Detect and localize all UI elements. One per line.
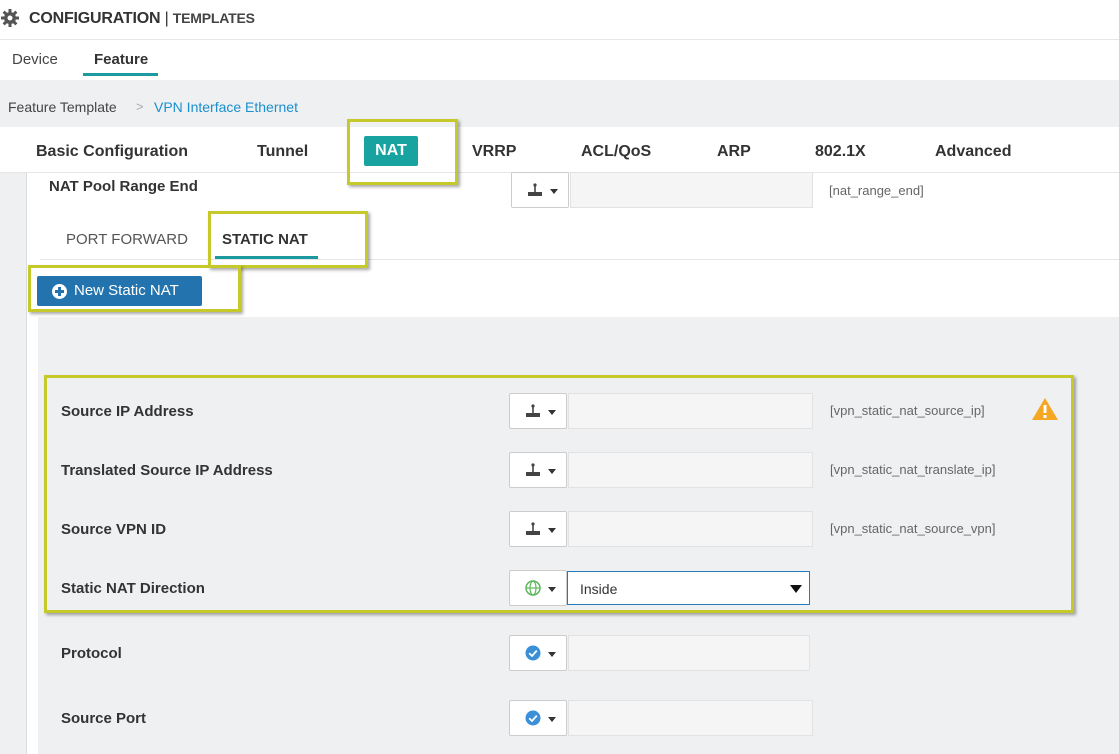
chevron-down-icon <box>548 652 556 657</box>
chevron-down-icon <box>550 189 558 194</box>
tab-tunnel[interactable]: Tunnel <box>257 143 308 161</box>
highlight-new-static-nat <box>28 265 241 312</box>
title-sub: TEMPLATES <box>172 10 255 26</box>
check-icon <box>525 645 541 661</box>
tab-acl-qos[interactable]: ACL/QoS <box>581 143 651 161</box>
scope-dropdown[interactable] <box>511 172 569 208</box>
chevron-down-icon <box>548 717 556 722</box>
title-main: CONFIGURATION <box>29 10 161 27</box>
tab-basic-configuration[interactable]: Basic Configuration <box>36 143 188 161</box>
breadcrumb-current[interactable]: VPN Interface Ethernet <box>154 99 298 115</box>
subtab-divider <box>40 259 1119 260</box>
top-tab-bar: Device Feature <box>0 40 1119 80</box>
nat-pool-range-end-label: NAT Pool Range End <box>49 178 198 195</box>
title-separator: | <box>164 10 169 27</box>
nat-pool-range-end-input[interactable] <box>570 172 813 208</box>
breadcrumb-root[interactable]: Feature Template <box>8 99 117 115</box>
left-gutter <box>0 173 26 754</box>
gear-icon <box>1 9 19 27</box>
protocol-label: Protocol <box>61 645 122 662</box>
breadcrumb-separator: > <box>136 99 144 114</box>
nat-pool-range-end-hint: [nat_range_end] <box>829 183 924 198</box>
tab-feature[interactable]: Feature <box>94 51 148 68</box>
highlight-nat-tab <box>347 119 458 185</box>
scope-dropdown[interactable] <box>509 635 567 671</box>
tab-arp[interactable]: ARP <box>717 143 751 161</box>
subtab-port-forward[interactable]: PORT FORWARD <box>66 231 188 248</box>
left-divider <box>26 173 27 754</box>
check-icon <box>525 710 541 726</box>
source-port-input[interactable] <box>568 700 813 736</box>
page-title: CONFIGURATION | TEMPLATES <box>29 10 255 28</box>
source-port-label: Source Port <box>61 710 147 727</box>
highlight-static-nat-tab <box>208 211 368 268</box>
device-specific-icon <box>528 183 542 196</box>
tab-device[interactable]: Device <box>12 51 58 68</box>
tab-802-1x[interactable]: 802.1X <box>815 143 866 161</box>
tab-vrrp[interactable]: VRRP <box>472 143 516 161</box>
active-tab-indicator <box>83 73 158 76</box>
tab-advanced[interactable]: Advanced <box>935 143 1011 161</box>
scope-dropdown[interactable] <box>509 700 567 736</box>
highlight-static-nat-fields <box>44 375 1074 613</box>
protocol-input[interactable] <box>568 635 810 671</box>
